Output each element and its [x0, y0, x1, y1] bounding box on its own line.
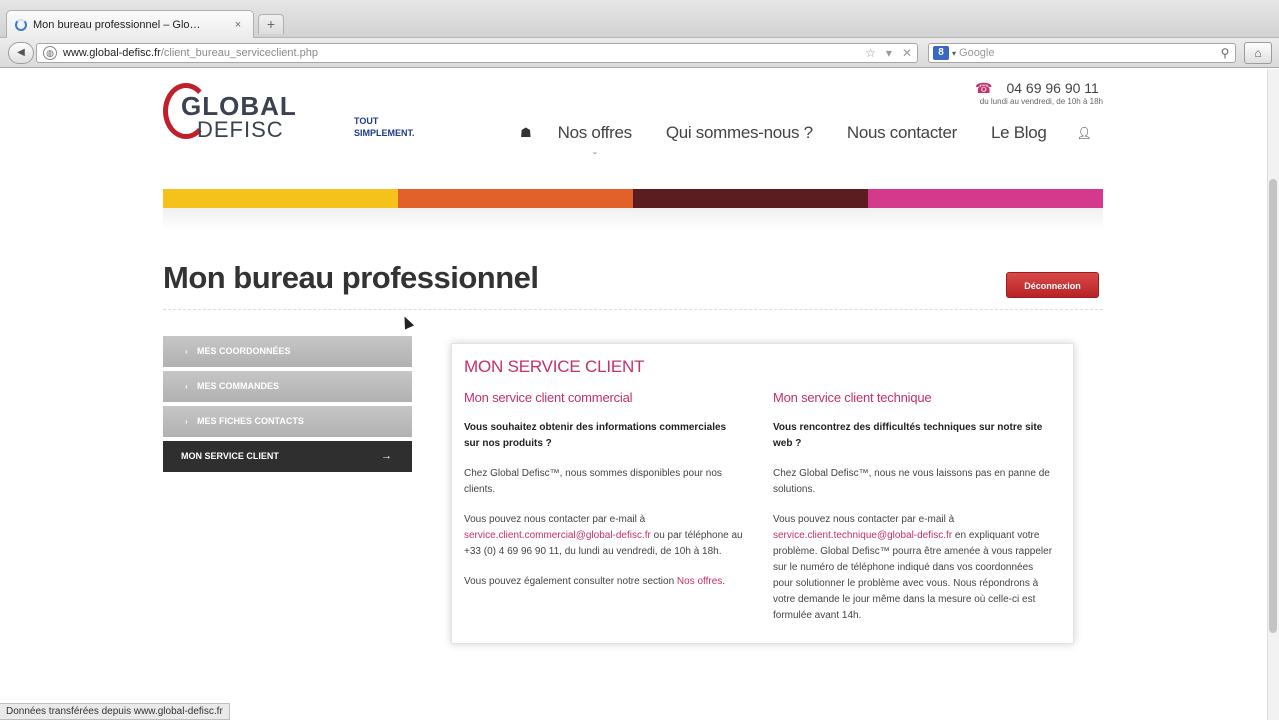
- close-tab-icon[interactable]: ×: [231, 18, 245, 32]
- arrow-right-icon: →: [381, 450, 392, 462]
- magnifier-icon[interactable]: ⚲: [1215, 46, 1235, 60]
- logo-text-line2: DEFISC: [197, 117, 284, 142]
- technique-contact: Vous pouvez nous contacter par e-mail à …: [773, 514, 1053, 621]
- nav-nos-offres[interactable]: Nos offres ⌄: [558, 123, 632, 156]
- color-bar-brown: [633, 189, 868, 208]
- stop-icon[interactable]: ✕: [902, 46, 912, 60]
- technique-intro: Chez Global Defisc™, nous ne vous laisso…: [773, 468, 1050, 495]
- nav-qui-sommes-nous[interactable]: Qui sommes-nous ?: [666, 123, 813, 143]
- technique-column: Mon service client technique Vous rencon…: [773, 390, 1053, 638]
- search-engine-dropdown-icon[interactable]: ▾: [952, 49, 956, 58]
- sidebar-item-coordonnees[interactable]: › MES COORDONNÉES: [163, 336, 412, 367]
- back-button[interactable]: ◀: [8, 42, 34, 64]
- color-bar-yellow: [163, 189, 398, 208]
- browser-navbar: ◀ ◍ www.global-defisc.fr/client_bureau_s…: [0, 38, 1279, 68]
- color-bar-pink: [868, 189, 1103, 208]
- tab-title: Mon bureau professionnel – Glo…: [33, 18, 201, 31]
- nav-nous-contacter[interactable]: Nous contacter: [847, 123, 957, 143]
- dropdown-icon[interactable]: ▾: [886, 46, 892, 60]
- color-bar-orange: [398, 189, 633, 208]
- home-button[interactable]: ⌂: [1244, 42, 1272, 64]
- commercial-question: Vous souhaitez obtenir des informations …: [464, 422, 727, 449]
- address-bar[interactable]: ◍ www.global-defisc.fr/client_bureau_ser…: [36, 43, 918, 63]
- nav-le-blog[interactable]: Le Blog: [991, 123, 1047, 143]
- technique-question: Vous rencontrez des difficultés techniqu…: [773, 422, 1043, 449]
- commercial-intro: Chez Global Defisc™, nous sommes disponi…: [464, 468, 722, 495]
- new-tab-button[interactable]: +: [258, 14, 284, 34]
- commercial-offers: Vous pouvez également consulter notre se…: [464, 576, 726, 587]
- home-icon[interactable]: ☗: [520, 125, 532, 141]
- tagline: TOUT SIMPLEMENT.: [354, 116, 415, 138]
- divider: [163, 309, 1103, 310]
- chevron-right-icon: ›: [185, 382, 188, 391]
- main-nav: ☗ Nos offres ⌄ Qui sommes-nous ? Nous con…: [520, 118, 1092, 156]
- user-icon[interactable]: 👤︎: [1077, 126, 1092, 140]
- chevron-down-icon: ⌄: [591, 147, 599, 156]
- bookmark-star-icon[interactable]: ☆: [865, 46, 876, 60]
- commercial-contact: Vous pouvez nous contacter par e-mail à …: [464, 514, 743, 557]
- opening-hours: du lundi au vendredi, de 10h à 18h: [979, 97, 1103, 106]
- commercial-email-link[interactable]: service.client.commercial@global-defisc.…: [464, 530, 651, 541]
- phone-number: ☎ 04 69 96 90 11: [975, 80, 1099, 96]
- service-client-panel: MON SERVICE CLIENT Mon service client co…: [451, 343, 1074, 644]
- commercial-heading: Mon service client commercial: [464, 390, 633, 405]
- status-bar: Données transférées depuis www.global-de…: [0, 703, 230, 720]
- phone-icon: ☎: [975, 80, 993, 96]
- global-defisc-logo[interactable]: GLOBAL DEFISC: [163, 79, 323, 143]
- page-title: Mon bureau professionnel: [163, 260, 539, 295]
- browser-tabbar: Mon bureau professionnel – Glo… × +: [0, 0, 1279, 38]
- logout-button[interactable]: Déconnexion: [1006, 272, 1099, 298]
- search-input[interactable]: Google: [959, 47, 1215, 59]
- search-bar[interactable]: 8 ▾ Google ⚲: [928, 43, 1236, 63]
- account-sidebar: › MES COORDONNÉES › MES COMMANDES › MES FIC…: [163, 336, 412, 476]
- sidebar-item-fiches-contacts[interactable]: › MES FICHES CONTACTS: [163, 406, 412, 437]
- search-engine-icon[interactable]: 8: [933, 46, 949, 60]
- chevron-right-icon: ›: [185, 347, 188, 356]
- loading-icon: [15, 18, 27, 31]
- url-text[interactable]: www.global-defisc.fr/client_bureau_servi…: [63, 47, 860, 59]
- color-bar-shadow: [163, 208, 1103, 230]
- scrollbar-thumb[interactable]: [1269, 179, 1277, 633]
- sidebar-item-commandes[interactable]: › MES COMMANDES: [163, 371, 412, 402]
- technique-heading: Mon service client technique: [773, 390, 932, 405]
- sidebar-item-service-client[interactable]: MON SERVICE CLIENT →: [163, 441, 412, 472]
- panel-title: MON SERVICE CLIENT: [464, 357, 645, 376]
- technique-email-link[interactable]: service.client.technique@global-defisc.f…: [773, 530, 952, 541]
- globe-icon: ◍: [43, 46, 57, 60]
- color-bar: [163, 189, 1103, 208]
- browser-tab[interactable]: Mon bureau professionnel – Glo… ×: [6, 10, 254, 38]
- scrollbar[interactable]: [1267, 69, 1279, 720]
- chevron-right-icon: ›: [185, 417, 188, 426]
- commercial-column: Mon service client commercial Vous souha…: [464, 390, 744, 604]
- nos-offres-link[interactable]: Nos offres: [677, 576, 722, 587]
